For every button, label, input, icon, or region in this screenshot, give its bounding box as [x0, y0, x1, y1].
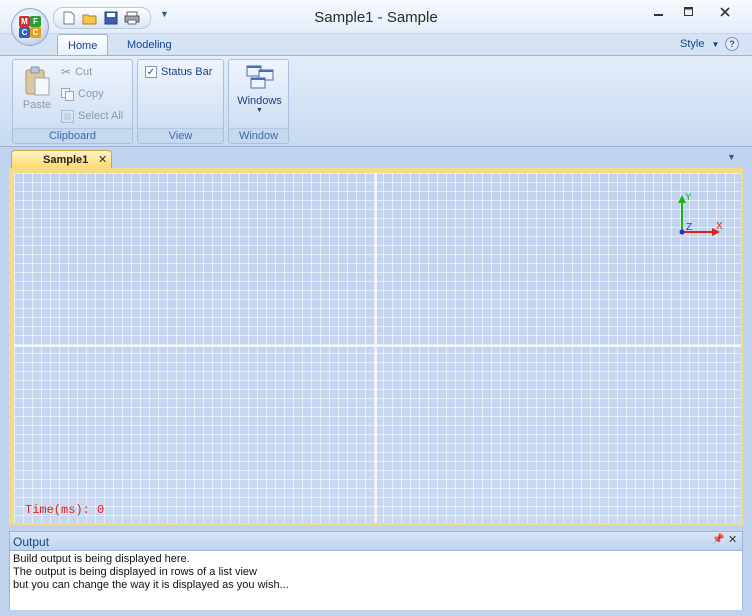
close-icon[interactable]: ✕: [98, 153, 107, 166]
title-bar: ▼ Sample1 - Sample: [0, 0, 752, 34]
document-tab-strip: Sample1 ✕ ▼: [0, 147, 752, 169]
x-axis-label: X: [716, 221, 723, 232]
window-group-label: Window: [229, 128, 288, 143]
chevron-down-icon: ▼: [256, 107, 263, 114]
close-button[interactable]: [700, 0, 750, 24]
select-all-label: Select All: [78, 110, 124, 122]
copy-label: Copy: [78, 88, 104, 100]
status-bar-label: Status Bar: [161, 66, 213, 78]
3d-viewport[interactable]: Y X Z Time(ms): 0: [14, 173, 741, 523]
paste-icon: [25, 66, 50, 96]
windows-label: Windows: [237, 95, 282, 107]
y-axis-label: Y: [685, 192, 692, 203]
windows-icon: [246, 65, 273, 89]
window-group: Windows ▼ Window: [228, 59, 289, 144]
view-group-label: View: [138, 128, 223, 143]
view-group: ✓ Status Bar View: [137, 59, 224, 144]
ribbon-tab-row: Home Modeling Style ▼: [0, 34, 752, 56]
application-button[interactable]: M F C C: [11, 8, 49, 46]
checkmark-icon: ✓: [145, 66, 157, 78]
style-menu[interactable]: Style ▼: [680, 38, 719, 50]
style-label: Style: [680, 38, 705, 50]
select-all-icon: [61, 109, 74, 123]
windows-button[interactable]: Windows ▼: [231, 64, 288, 115]
document-list-dropdown-icon[interactable]: ▼: [727, 152, 736, 162]
document-tab[interactable]: Sample1 ✕: [11, 150, 112, 169]
cut-label: Cut: [75, 66, 93, 78]
origin-point: [679, 229, 685, 235]
clipboard-group: Paste ✂ Cut Copy Select All Clipboard: [12, 59, 133, 144]
output-tab-strip: [9, 610, 743, 616]
chevron-down-icon: ▼: [711, 40, 720, 49]
app-logo-icon: M F C C: [19, 16, 41, 38]
tab-home[interactable]: Home: [57, 34, 109, 56]
cut-button[interactable]: ✂ Cut: [61, 63, 92, 81]
output-list[interactable]: Build output is being displayed here. Th…: [9, 551, 743, 616]
list-item: The output is being displayed in rows of…: [13, 566, 257, 578]
copy-button[interactable]: Copy: [61, 85, 104, 103]
grid-axis-vertical: [375, 173, 377, 523]
grid-axis-horizontal: [14, 345, 741, 347]
scissors-icon: ✂: [61, 65, 72, 79]
paste-button[interactable]: Paste: [19, 66, 55, 111]
tab-modeling[interactable]: Modeling: [117, 34, 182, 56]
clipboard-group-label: Clipboard: [13, 128, 132, 143]
output-pane-header: Output 📌 ✕: [9, 531, 743, 551]
select-all-button[interactable]: Select All: [61, 107, 123, 125]
ribbon-panel: Paste ✂ Cut Copy Select All Clipboard ✓ …: [0, 55, 752, 147]
help-icon[interactable]: ?: [725, 37, 739, 51]
z-axis-label: Z: [686, 222, 692, 233]
time-readout: Time(ms): 0: [25, 503, 105, 517]
viewport-frame: Y X Z Time(ms): 0: [9, 168, 743, 525]
copy-icon: [61, 87, 74, 101]
pin-icon[interactable]: 📌: [712, 534, 724, 545]
paste-label: Paste: [22, 99, 52, 111]
close-icon[interactable]: ✕: [728, 533, 737, 546]
list-item: but you can change the way it is display…: [13, 579, 289, 591]
axis-triad: Y X Z: [678, 192, 723, 236]
output-pane-title: Output: [13, 535, 50, 549]
status-bar-checkbox[interactable]: ✓ Status Bar: [145, 63, 212, 81]
list-item: Build output is being displayed here.: [13, 553, 190, 565]
document-tab-label: Sample1: [43, 154, 89, 166]
